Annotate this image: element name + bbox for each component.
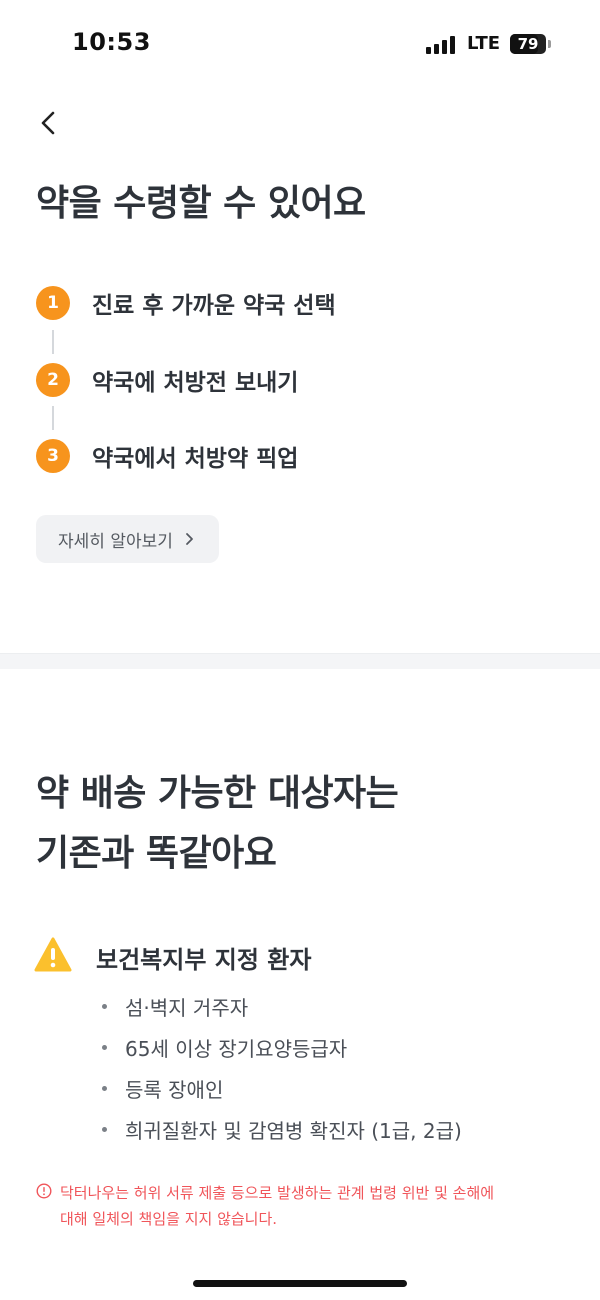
back-button[interactable] — [34, 104, 64, 142]
section-title-line2: 기존과 똑같아요 — [36, 833, 277, 874]
step-item: 2 약국에 처방전 보내기 — [36, 360, 298, 400]
step-item: 3 약국에서 처방약 픽업 — [36, 436, 298, 476]
bullet-dot — [102, 1086, 107, 1091]
bullet-dot — [102, 1045, 107, 1050]
network-type: LTE — [467, 33, 501, 54]
section-divider — [0, 653, 600, 669]
step-label: 약국에 처방전 보내기 — [92, 370, 299, 396]
disclaimer-line1: 닥터나우는 허위 서류 제출 등으로 발생하는 관계 법령 위반 및 손해에 — [60, 1184, 495, 1202]
disclaimer: 닥터나우는 허위 서류 제출 등으로 발생하는 관계 법령 위반 및 손해에 대… — [36, 1180, 566, 1232]
page-title: 약을 수령할 수 있어요 — [36, 183, 366, 224]
disclaimer-text: 닥터나우는 허위 서류 제출 등으로 발생하는 관계 법령 위반 및 손해에 대… — [60, 1180, 494, 1232]
section-title: 약 배송 가능한 대상자는 기존과 똑같아요 — [36, 764, 399, 884]
step-label: 진료 후 가까운 약국 선택 — [92, 293, 336, 319]
list-item-text: 섬·벽지 거주자 — [125, 996, 249, 1020]
bullet-dot — [102, 1127, 107, 1132]
list-item: 등록 장애인 — [102, 1068, 462, 1109]
target-group-title: 보건복지부 지정 환자 — [96, 946, 312, 974]
step-number-badge: 3 — [36, 439, 70, 473]
disclaimer-line2: 대해 일체의 책임을 지지 않습니다. — [60, 1210, 278, 1228]
signal-icon — [426, 36, 460, 54]
list-item-text: 65세 이상 장기요양등급자 — [125, 1037, 348, 1061]
target-list: 섬·벽지 거주자 65세 이상 장기요양등급자 등록 장애인 희귀질환자 및 감… — [102, 986, 462, 1150]
step-connector — [52, 330, 54, 354]
battery-icon: 79 — [510, 34, 546, 54]
step-number-badge: 2 — [36, 363, 70, 397]
learn-more-label: 자세히 알아보기 — [58, 531, 173, 552]
alert-circle-icon — [36, 1183, 52, 1199]
step-label: 약국에서 처방약 픽업 — [92, 446, 299, 472]
step-item: 1 진료 후 가까운 약국 선택 — [36, 283, 336, 323]
list-item: 65세 이상 장기요양등급자 — [102, 1027, 462, 1068]
warning-triangle-icon — [34, 937, 72, 972]
list-item: 섬·벽지 거주자 — [102, 986, 462, 1027]
bullet-dot — [102, 1004, 107, 1009]
status-time: 10:53 — [72, 28, 151, 56]
battery-tip — [548, 40, 551, 48]
step-connector — [52, 406, 54, 430]
chevron-right-icon — [185, 533, 193, 545]
list-item: 희귀질환자 및 감염병 확진자 (1급, 2급) — [102, 1109, 462, 1150]
section-title-line1: 약 배송 가능한 대상자는 — [36, 773, 399, 814]
list-item-text: 등록 장애인 — [125, 1078, 224, 1102]
learn-more-button[interactable]: 자세히 알아보기 — [36, 515, 219, 563]
status-bar: 10:53 LTE 79 — [0, 0, 600, 90]
step-number-badge: 1 — [36, 286, 70, 320]
chevron-left-icon — [41, 111, 55, 135]
battery-level: 79 — [517, 35, 539, 53]
home-indicator[interactable] — [193, 1280, 407, 1287]
list-item-text: 희귀질환자 및 감염병 확진자 (1급, 2급) — [125, 1119, 462, 1143]
